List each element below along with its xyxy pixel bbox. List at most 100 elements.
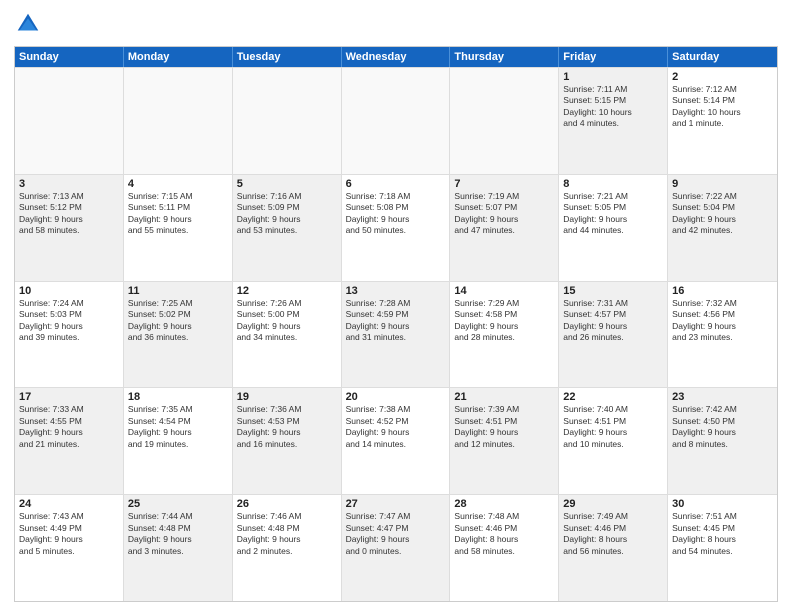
day-info: Sunrise: 7:36 AM Sunset: 4:53 PM Dayligh… xyxy=(237,404,337,450)
day-number: 4 xyxy=(128,178,228,190)
calendar-header: SundayMondayTuesdayWednesdayThursdayFrid… xyxy=(15,47,777,67)
day-info: Sunrise: 7:46 AM Sunset: 4:48 PM Dayligh… xyxy=(237,511,337,557)
day-number: 8 xyxy=(563,178,663,190)
day-info: Sunrise: 7:28 AM Sunset: 4:59 PM Dayligh… xyxy=(346,298,446,344)
day-number: 30 xyxy=(672,498,773,510)
day-number: 10 xyxy=(19,285,119,297)
header-cell-friday: Friday xyxy=(559,47,668,67)
cal-cell: 20Sunrise: 7:38 AM Sunset: 4:52 PM Dayli… xyxy=(342,388,451,494)
calendar: SundayMondayTuesdayWednesdayThursdayFrid… xyxy=(14,46,778,602)
day-number: 11 xyxy=(128,285,228,297)
day-info: Sunrise: 7:40 AM Sunset: 4:51 PM Dayligh… xyxy=(563,404,663,450)
cal-cell: 19Sunrise: 7:36 AM Sunset: 4:53 PM Dayli… xyxy=(233,388,342,494)
day-number: 17 xyxy=(19,391,119,403)
day-number: 3 xyxy=(19,178,119,190)
cal-cell: 14Sunrise: 7:29 AM Sunset: 4:58 PM Dayli… xyxy=(450,282,559,388)
day-info: Sunrise: 7:38 AM Sunset: 4:52 PM Dayligh… xyxy=(346,404,446,450)
day-info: Sunrise: 7:39 AM Sunset: 4:51 PM Dayligh… xyxy=(454,404,554,450)
day-info: Sunrise: 7:11 AM Sunset: 5:15 PM Dayligh… xyxy=(563,84,663,130)
day-number: 25 xyxy=(128,498,228,510)
cal-cell: 1Sunrise: 7:11 AM Sunset: 5:15 PM Daylig… xyxy=(559,68,668,174)
day-info: Sunrise: 7:31 AM Sunset: 4:57 PM Dayligh… xyxy=(563,298,663,344)
day-number: 23 xyxy=(672,391,773,403)
day-number: 9 xyxy=(672,178,773,190)
day-info: Sunrise: 7:49 AM Sunset: 4:46 PM Dayligh… xyxy=(563,511,663,557)
day-info: Sunrise: 7:43 AM Sunset: 4:49 PM Dayligh… xyxy=(19,511,119,557)
cal-cell xyxy=(124,68,233,174)
day-number: 21 xyxy=(454,391,554,403)
day-info: Sunrise: 7:47 AM Sunset: 4:47 PM Dayligh… xyxy=(346,511,446,557)
week-row-4: 17Sunrise: 7:33 AM Sunset: 4:55 PM Dayli… xyxy=(15,387,777,494)
cal-cell: 11Sunrise: 7:25 AM Sunset: 5:02 PM Dayli… xyxy=(124,282,233,388)
cal-cell xyxy=(342,68,451,174)
day-info: Sunrise: 7:24 AM Sunset: 5:03 PM Dayligh… xyxy=(19,298,119,344)
week-row-2: 3Sunrise: 7:13 AM Sunset: 5:12 PM Daylig… xyxy=(15,174,777,281)
cal-cell: 22Sunrise: 7:40 AM Sunset: 4:51 PM Dayli… xyxy=(559,388,668,494)
cal-cell: 4Sunrise: 7:15 AM Sunset: 5:11 PM Daylig… xyxy=(124,175,233,281)
day-number: 16 xyxy=(672,285,773,297)
day-number: 18 xyxy=(128,391,228,403)
day-info: Sunrise: 7:44 AM Sunset: 4:48 PM Dayligh… xyxy=(128,511,228,557)
logo-icon xyxy=(14,10,42,38)
day-info: Sunrise: 7:13 AM Sunset: 5:12 PM Dayligh… xyxy=(19,191,119,237)
day-number: 12 xyxy=(237,285,337,297)
day-info: Sunrise: 7:35 AM Sunset: 4:54 PM Dayligh… xyxy=(128,404,228,450)
cal-cell: 16Sunrise: 7:32 AM Sunset: 4:56 PM Dayli… xyxy=(668,282,777,388)
logo xyxy=(14,10,47,38)
cal-cell: 7Sunrise: 7:19 AM Sunset: 5:07 PM Daylig… xyxy=(450,175,559,281)
week-row-5: 24Sunrise: 7:43 AM Sunset: 4:49 PM Dayli… xyxy=(15,494,777,601)
day-info: Sunrise: 7:12 AM Sunset: 5:14 PM Dayligh… xyxy=(672,84,773,130)
day-info: Sunrise: 7:21 AM Sunset: 5:05 PM Dayligh… xyxy=(563,191,663,237)
cal-cell: 21Sunrise: 7:39 AM Sunset: 4:51 PM Dayli… xyxy=(450,388,559,494)
cal-cell: 18Sunrise: 7:35 AM Sunset: 4:54 PM Dayli… xyxy=(124,388,233,494)
cal-cell: 12Sunrise: 7:26 AM Sunset: 5:00 PM Dayli… xyxy=(233,282,342,388)
day-number: 27 xyxy=(346,498,446,510)
day-number: 15 xyxy=(563,285,663,297)
day-info: Sunrise: 7:51 AM Sunset: 4:45 PM Dayligh… xyxy=(672,511,773,557)
header-cell-tuesday: Tuesday xyxy=(233,47,342,67)
day-number: 24 xyxy=(19,498,119,510)
header xyxy=(14,10,778,38)
header-cell-thursday: Thursday xyxy=(450,47,559,67)
header-cell-monday: Monday xyxy=(124,47,233,67)
cal-cell: 28Sunrise: 7:48 AM Sunset: 4:46 PM Dayli… xyxy=(450,495,559,601)
day-info: Sunrise: 7:42 AM Sunset: 4:50 PM Dayligh… xyxy=(672,404,773,450)
day-info: Sunrise: 7:25 AM Sunset: 5:02 PM Dayligh… xyxy=(128,298,228,344)
header-cell-sunday: Sunday xyxy=(15,47,124,67)
page: SundayMondayTuesdayWednesdayThursdayFrid… xyxy=(0,0,792,612)
day-number: 5 xyxy=(237,178,337,190)
day-number: 6 xyxy=(346,178,446,190)
cal-cell: 26Sunrise: 7:46 AM Sunset: 4:48 PM Dayli… xyxy=(233,495,342,601)
cal-cell: 3Sunrise: 7:13 AM Sunset: 5:12 PM Daylig… xyxy=(15,175,124,281)
day-number: 14 xyxy=(454,285,554,297)
day-number: 22 xyxy=(563,391,663,403)
day-info: Sunrise: 7:16 AM Sunset: 5:09 PM Dayligh… xyxy=(237,191,337,237)
cal-cell: 9Sunrise: 7:22 AM Sunset: 5:04 PM Daylig… xyxy=(668,175,777,281)
cal-cell: 27Sunrise: 7:47 AM Sunset: 4:47 PM Dayli… xyxy=(342,495,451,601)
header-cell-wednesday: Wednesday xyxy=(342,47,451,67)
cal-cell: 2Sunrise: 7:12 AM Sunset: 5:14 PM Daylig… xyxy=(668,68,777,174)
cal-cell xyxy=(15,68,124,174)
day-info: Sunrise: 7:15 AM Sunset: 5:11 PM Dayligh… xyxy=(128,191,228,237)
day-number: 1 xyxy=(563,71,663,83)
day-number: 7 xyxy=(454,178,554,190)
header-cell-saturday: Saturday xyxy=(668,47,777,67)
day-info: Sunrise: 7:26 AM Sunset: 5:00 PM Dayligh… xyxy=(237,298,337,344)
cal-cell: 15Sunrise: 7:31 AM Sunset: 4:57 PM Dayli… xyxy=(559,282,668,388)
day-number: 29 xyxy=(563,498,663,510)
cal-cell: 5Sunrise: 7:16 AM Sunset: 5:09 PM Daylig… xyxy=(233,175,342,281)
day-number: 13 xyxy=(346,285,446,297)
cal-cell: 8Sunrise: 7:21 AM Sunset: 5:05 PM Daylig… xyxy=(559,175,668,281)
day-info: Sunrise: 7:22 AM Sunset: 5:04 PM Dayligh… xyxy=(672,191,773,237)
cal-cell: 10Sunrise: 7:24 AM Sunset: 5:03 PM Dayli… xyxy=(15,282,124,388)
cal-cell: 17Sunrise: 7:33 AM Sunset: 4:55 PM Dayli… xyxy=(15,388,124,494)
day-info: Sunrise: 7:32 AM Sunset: 4:56 PM Dayligh… xyxy=(672,298,773,344)
day-number: 26 xyxy=(237,498,337,510)
day-info: Sunrise: 7:29 AM Sunset: 4:58 PM Dayligh… xyxy=(454,298,554,344)
cal-cell: 29Sunrise: 7:49 AM Sunset: 4:46 PM Dayli… xyxy=(559,495,668,601)
cal-cell: 23Sunrise: 7:42 AM Sunset: 4:50 PM Dayli… xyxy=(668,388,777,494)
week-row-3: 10Sunrise: 7:24 AM Sunset: 5:03 PM Dayli… xyxy=(15,281,777,388)
cal-cell: 13Sunrise: 7:28 AM Sunset: 4:59 PM Dayli… xyxy=(342,282,451,388)
cal-cell: 25Sunrise: 7:44 AM Sunset: 4:48 PM Dayli… xyxy=(124,495,233,601)
day-number: 20 xyxy=(346,391,446,403)
